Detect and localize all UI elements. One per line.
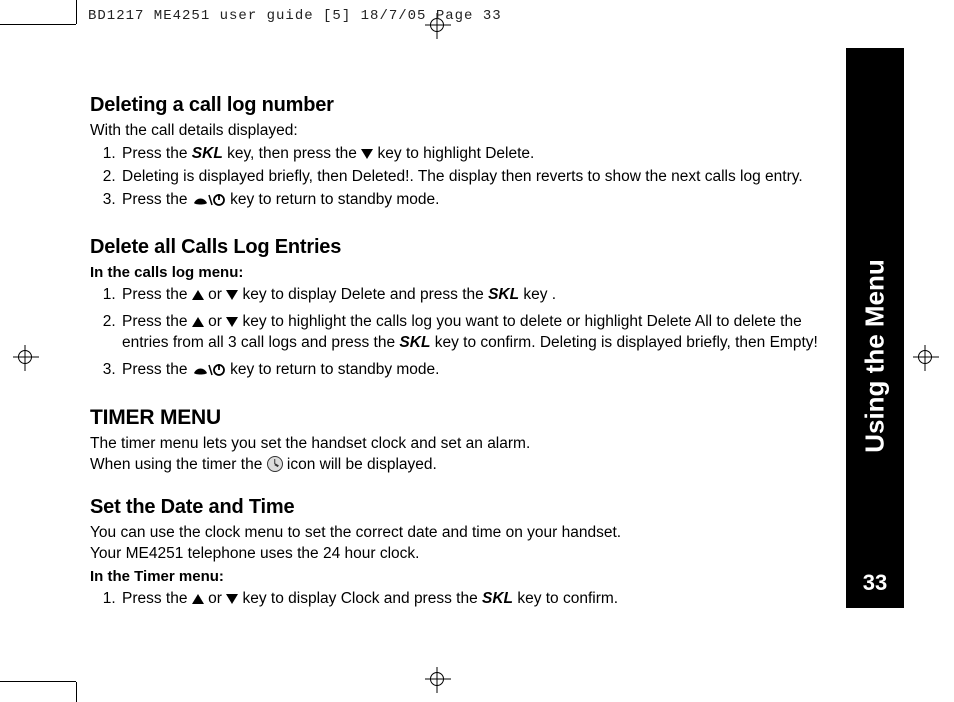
- registration-mark-icon: [18, 350, 32, 364]
- list-item: Press the key to return to standby mode.: [120, 190, 830, 214]
- crop-mark: [0, 24, 76, 25]
- steps-delete-call: Press the SKL key, then press the key to…: [90, 144, 830, 214]
- down-triangle-icon: [226, 290, 238, 300]
- print-header: BD1217 ME4251 user guide [5] 18/7/05 Pag…: [88, 8, 502, 24]
- steps-set-date: Press the or key to display Clock and pr…: [90, 589, 830, 610]
- skl-key: SKL: [482, 590, 513, 607]
- body-text: When using the timer the icon will be di…: [90, 455, 830, 476]
- crop-mark: [76, 682, 77, 702]
- up-triangle-icon: [192, 317, 204, 327]
- body-text: The timer menu lets you set the handset …: [90, 434, 830, 455]
- heading-delete-all: Delete all Calls Log Entries: [90, 234, 830, 261]
- skl-key: SKL: [192, 145, 223, 162]
- body-text: You can use the clock menu to set the co…: [90, 523, 830, 544]
- down-triangle-icon: [361, 149, 373, 159]
- steps-delete-all: Press the or key to display Delete and p…: [90, 285, 830, 384]
- list-item: Press the or key to display Clock and pr…: [120, 589, 830, 610]
- clock-icon: [267, 456, 283, 472]
- down-triangle-icon: [226, 317, 238, 327]
- list-item: Press the or key to display Delete and p…: [120, 285, 830, 306]
- end-call-power-icon: [192, 193, 226, 214]
- list-item: Press the or key to highlight the calls …: [120, 312, 830, 354]
- list-item: Press the key to return to standby mode.: [120, 360, 830, 384]
- registration-mark-icon: [918, 350, 932, 364]
- subheading: In the Timer menu:: [90, 567, 830, 587]
- registration-mark-icon: [430, 672, 444, 686]
- page-body: Deleting a call log number With the call…: [90, 82, 830, 612]
- skl-key: SKL: [399, 334, 430, 351]
- heading-delete-call: Deleting a call log number: [90, 92, 830, 119]
- down-triangle-icon: [226, 594, 238, 604]
- page-number: 33: [863, 570, 887, 596]
- list-item: Press the SKL key, then press the key to…: [120, 144, 830, 165]
- section-tab-label: Using the Menu: [860, 259, 891, 453]
- list-item: Deleting is displayed briefly, then Dele…: [120, 167, 830, 188]
- crop-mark: [76, 0, 77, 24]
- body-text: Your ME4251 telephone uses the 24 hour c…: [90, 544, 830, 565]
- up-triangle-icon: [192, 290, 204, 300]
- skl-key: SKL: [488, 286, 519, 303]
- heading-set-date: Set the Date and Time: [90, 494, 830, 521]
- end-call-power-icon: [192, 363, 226, 384]
- crop-mark: [0, 681, 76, 682]
- section-tab: Using the Menu 33: [846, 48, 904, 608]
- intro-text: With the call details displayed:: [90, 121, 830, 142]
- subheading: In the calls log menu:: [90, 263, 830, 283]
- heading-timer-menu: TIMER MENU: [90, 404, 830, 432]
- up-triangle-icon: [192, 594, 204, 604]
